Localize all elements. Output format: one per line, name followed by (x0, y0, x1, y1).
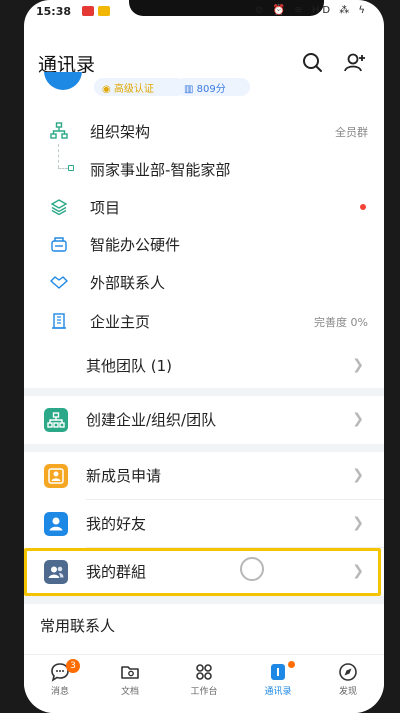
tab-contacts[interactable]: 通讯录 (248, 661, 308, 707)
building-icon (50, 312, 68, 330)
folder-icon (121, 666, 139, 679)
section-divider (24, 596, 384, 604)
tab-label: 通讯录 (264, 687, 292, 697)
org-structure-row[interactable]: 组织架构 全员群 (24, 112, 384, 150)
layers-icon (50, 198, 68, 216)
bottom-tab-bar: 3 消息 文档 工作台 通讯录 发现 (24, 654, 384, 713)
my-friends-row[interactable]: 我的好友 ❯ (24, 500, 384, 548)
new-member-requests-row[interactable]: 新成员申请 ❯ (24, 452, 384, 500)
unread-dot (360, 204, 366, 210)
compass-icon (339, 663, 357, 681)
create-org-icon (44, 408, 68, 432)
tab-label: 文档 (120, 687, 139, 697)
new-member-requests-label: 新成员申请 (86, 467, 162, 485)
tab-label: 消息 (50, 687, 69, 697)
org-chart-icon (50, 122, 68, 140)
project-label: 项目 (90, 199, 121, 217)
chevron-right-icon: ❯ (352, 467, 364, 483)
tab-discover[interactable]: 发现 (318, 661, 378, 707)
create-organization-label: 创建企业/组织/团队 (86, 411, 217, 429)
tab-label: 发现 (338, 687, 357, 697)
other-teams-row[interactable]: 其他团队 (1) ❯ (24, 346, 384, 384)
create-organization-row[interactable]: 创建企业/组织/团队 ❯ (24, 396, 384, 444)
section-divider (24, 444, 384, 452)
department-row[interactable]: 丽家事业部-智能家部 (24, 150, 384, 188)
frequent-contacts-title: 常用联系人 (40, 617, 116, 635)
tab-messages[interactable]: 3 消息 (30, 659, 90, 707)
selection-highlight (24, 548, 381, 596)
profile-summary[interactable]: ◉ 高级认证 ▥ 809分 (24, 72, 384, 100)
handshake-icon (50, 273, 68, 291)
my-friends-label: 我的好友 (86, 515, 147, 533)
org-structure-label: 组织架构 (90, 123, 151, 141)
tab-label: 工作台 (190, 687, 218, 697)
all-staff-group-link[interactable]: 全员群 (335, 124, 368, 140)
status-time: 15:38 (36, 5, 72, 18)
tab-docs[interactable]: 文档 (100, 661, 160, 707)
smart-hardware-row[interactable]: 智能办公硬件 (24, 225, 384, 263)
avatar (44, 72, 82, 90)
company-homepage-row[interactable]: 企业主页 完善度 0% (24, 302, 384, 340)
chevron-right-icon: ❯ (352, 515, 364, 531)
external-contacts-row[interactable]: 外部联系人 (24, 263, 384, 301)
notification-app-icon (82, 6, 94, 16)
hardware-device-icon (50, 235, 68, 253)
new-member-icon (44, 464, 68, 488)
score-badge: ▥ 809分 (176, 78, 250, 96)
contacts-book-icon (271, 664, 285, 680)
status-icons: ⊘ ⏰ ≋ HD ⁂ ϟ (255, 5, 368, 16)
phone-screen: 15:38 ⊘ ⏰ ≋ HD ⁂ ϟ 通讯录 ◉ 高级认证 ▥ 809分 组织架… (24, 0, 384, 713)
company-homepage-label: 企业主页 (90, 313, 151, 331)
touch-indicator (240, 557, 264, 581)
project-row[interactable]: 项目 (24, 188, 384, 226)
grid-icon (196, 664, 212, 680)
profile-completion: 完善度 0% (314, 316, 368, 329)
department-label: 丽家事业部-智能家部 (90, 161, 231, 179)
external-contacts-label: 外部联系人 (90, 274, 166, 292)
status-bar: 15:38 ⊘ ⏰ ≋ HD ⁂ ϟ (24, 0, 384, 22)
section-divider (24, 388, 384, 396)
other-teams-label: 其他团队 (1) (86, 357, 173, 375)
tab-workbench[interactable]: 工作台 (174, 661, 234, 707)
notification-app-icon-2 (98, 6, 110, 16)
chevron-right-icon: ❯ (352, 357, 364, 373)
notification-dot (288, 661, 295, 668)
friend-user-icon (44, 512, 68, 536)
unread-count-badge: 3 (66, 659, 80, 673)
certification-badge: ◉ 高级认证 (94, 78, 186, 96)
smart-hardware-label: 智能办公硬件 (90, 236, 181, 254)
chevron-right-icon: ❯ (352, 411, 364, 427)
